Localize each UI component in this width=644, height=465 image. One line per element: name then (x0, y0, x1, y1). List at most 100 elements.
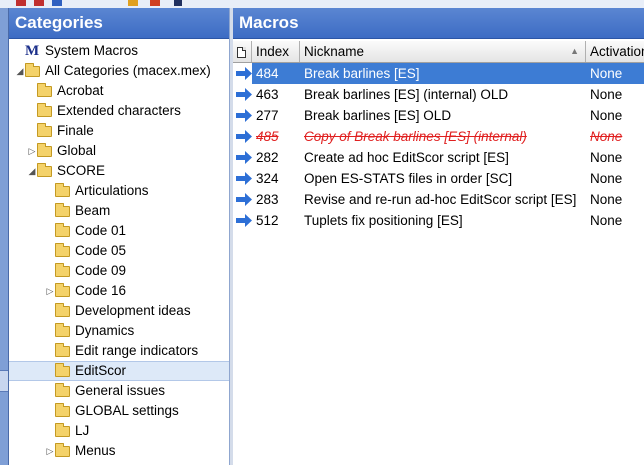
folder-icon (55, 282, 70, 297)
toolbar-icon[interactable] (16, 0, 26, 6)
macro-activation: None (590, 171, 623, 186)
macro-row[interactable]: 485 Copy of Break barlines [ES] (internal… (233, 126, 644, 147)
column-header-nickname-label: Nickname (304, 44, 365, 59)
tree-item-label: EditScor (75, 363, 127, 378)
toolbar-icon[interactable] (128, 0, 138, 6)
tree-item-label: Code 05 (75, 243, 127, 258)
macro-row[interactable]: 282 Create ad hoc EditScor script [ES] Non… (233, 147, 644, 168)
macro-nickname: Break barlines [ES] OLD (304, 108, 452, 123)
column-header-row: Index Nickname ▲ Activation (233, 41, 644, 63)
macro-arrow-icon (236, 214, 252, 227)
macro-index: 324 (256, 171, 279, 186)
column-header-type[interactable] (233, 41, 252, 62)
tree-item[interactable]: Beam (9, 201, 229, 221)
tree-item[interactable]: Code 05 (9, 241, 229, 261)
tree-item-label: Extended characters (57, 103, 181, 118)
macro-index: 463 (256, 87, 279, 102)
column-header-activation[interactable]: Activation (586, 41, 644, 62)
tree-item-label: System Macros (45, 43, 139, 58)
expand-arrow-icon[interactable]: ▷ (27, 141, 37, 161)
folder-icon (55, 182, 70, 197)
column-header-index[interactable]: Index (252, 41, 300, 62)
folder-icon (55, 422, 70, 437)
tree-item[interactable]: Development ideas (9, 301, 229, 321)
collapse-arrow-icon[interactable]: ◢ (15, 61, 25, 81)
tree-item[interactable]: LJ (9, 421, 229, 441)
folder-icon (55, 402, 70, 417)
tree-item-label: SCORE (57, 163, 106, 178)
folder-icon (55, 262, 70, 277)
column-header-nickname[interactable]: Nickname ▲ (300, 41, 586, 62)
macro-nickname: Break barlines [ES] (internal) OLD (304, 87, 509, 102)
tree-item[interactable]: Code 01 (9, 221, 229, 241)
folder-icon (55, 202, 70, 217)
folder-icon (55, 442, 70, 457)
macro-nickname: Tuplets fix positioning [ES] (304, 213, 463, 228)
tree-item[interactable]: GLOBAL settings (9, 401, 229, 421)
folder-icon (55, 242, 70, 257)
macro-activation: None (586, 63, 644, 84)
macro-index: 484 (252, 63, 300, 84)
macro-row[interactable]: 324 Open ES-STATS files in order [SC] None (233, 168, 644, 189)
macro-arrow-icon (236, 67, 252, 80)
document-icon (237, 46, 246, 58)
tree-item-label: Beam (75, 203, 111, 218)
tree-item-label: Code 01 (75, 223, 127, 238)
expand-arrow-icon[interactable]: ▷ (45, 281, 55, 301)
folder-icon (37, 142, 52, 157)
macro-row[interactable]: 463 Break barlines [ES] (internal) OLD Non… (233, 84, 644, 105)
tree-item[interactable]: Extended characters (9, 101, 229, 121)
tree-item[interactable]: EditScor (9, 361, 229, 381)
tree-item[interactable]: ◢ SCORE (9, 161, 229, 181)
macro-row[interactable]: 484 Break barlines [ES] None (233, 63, 644, 84)
toolbar-dropdown-icon[interactable] (174, 0, 182, 6)
tree-item[interactable]: Dynamics (9, 321, 229, 341)
tree-item-label: Edit range indicators (75, 343, 199, 358)
dock-tab[interactable] (0, 370, 8, 392)
tree-item-label: Code 09 (75, 263, 127, 278)
macro-row[interactable]: 277 Break barlines [ES] OLD None (233, 105, 644, 126)
folder-icon (55, 382, 70, 397)
macro-activation: None (590, 213, 623, 228)
tree-item-label: GLOBAL settings (75, 403, 179, 418)
macro-activation: None (590, 108, 623, 123)
macro-nickname: Open ES-STATS files in order [SC] (304, 171, 513, 186)
macros-panel: Macros Index Nickname ▲ Activation 484 Br… (233, 8, 644, 465)
folder-open-icon (37, 162, 52, 177)
tree-item[interactable]: ▷ Global (9, 141, 229, 161)
macros-header: Macros (233, 8, 644, 39)
macro-nickname: Copy of Break barlines [ES] (internal) (304, 129, 527, 144)
macro-arrow-icon (236, 193, 252, 206)
macro-index: 485 (256, 129, 279, 144)
tree-item[interactable]: M System Macros (9, 41, 229, 61)
macro-arrow-icon (236, 88, 252, 101)
tree-item-label: Acrobat (57, 83, 104, 98)
toolbar-icon[interactable] (150, 0, 160, 6)
macro-arrow-icon (236, 130, 252, 143)
macro-index: 283 (256, 192, 279, 207)
folder-open-icon (55, 362, 70, 377)
expand-arrow-icon[interactable]: ▷ (45, 441, 55, 461)
tree-item[interactable]: ▷ Code 16 (9, 281, 229, 301)
collapse-arrow-icon[interactable]: ◢ (27, 161, 37, 181)
tree-item[interactable]: General issues (9, 381, 229, 401)
tree-item-label: Dynamics (75, 323, 135, 338)
tree-item[interactable]: Edit range indicators (9, 341, 229, 361)
macro-row[interactable]: 283 Revise and re-run ad-hoc EditScor scr… (233, 189, 644, 210)
folder-icon (55, 322, 70, 337)
macro-row[interactable]: 512 Tuplets fix positioning [ES] None (233, 210, 644, 231)
tree-item[interactable]: Code 09 (9, 261, 229, 281)
toolbar-icon[interactable] (52, 0, 62, 6)
tree-item[interactable]: Acrobat (9, 81, 229, 101)
tree-item-label: Development ideas (75, 303, 191, 318)
toolbar-icon[interactable] (34, 0, 44, 6)
macro-activation: None (590, 150, 623, 165)
folder-icon (55, 302, 70, 317)
tree-item[interactable]: ◢ All Categories (macex.mex) (9, 61, 229, 81)
tree-item[interactable]: Finale (9, 121, 229, 141)
tree-item[interactable]: ▷ Menus (9, 441, 229, 461)
tree-item-label: Global (57, 143, 97, 158)
macro-activation: None (590, 192, 623, 207)
tree-item[interactable]: Articulations (9, 181, 229, 201)
macro-logo-icon: M (25, 43, 40, 59)
